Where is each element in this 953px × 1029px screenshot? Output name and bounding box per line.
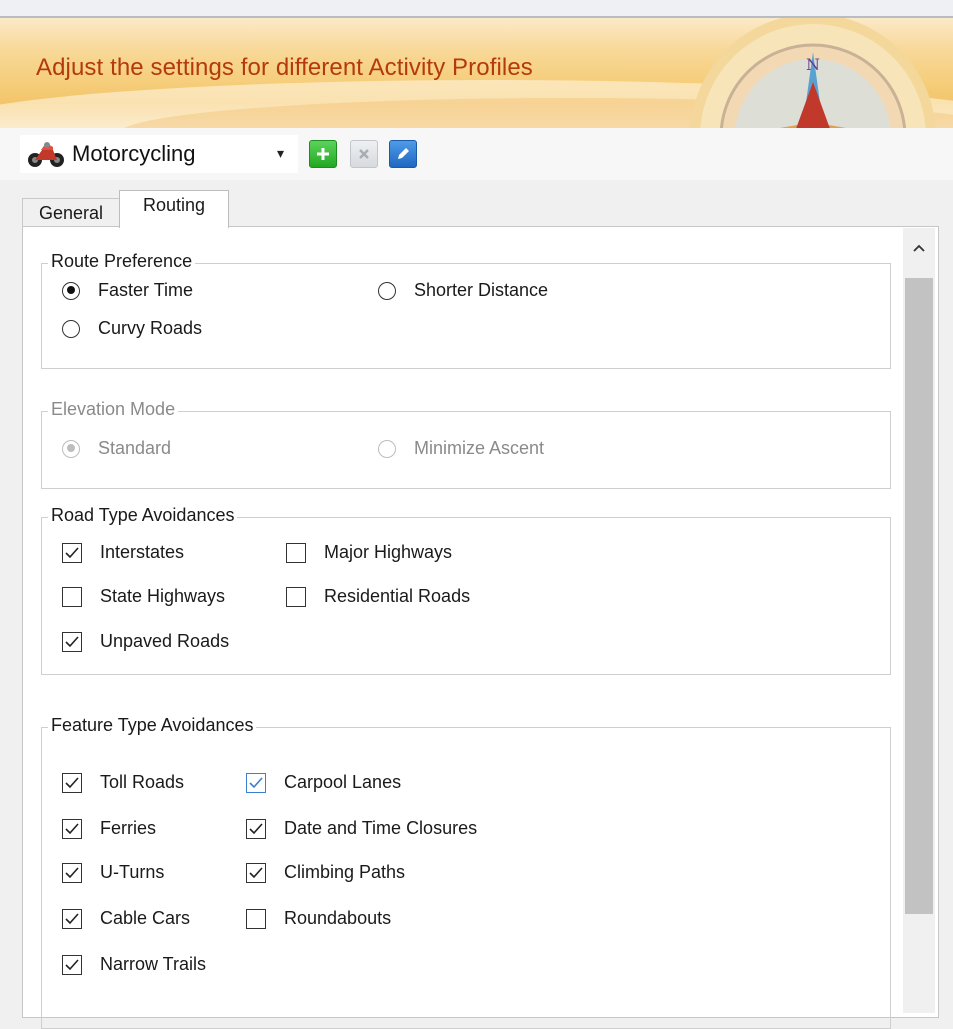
checkbox-cable-cars-box[interactable]	[62, 908, 82, 929]
checkmark-icon	[65, 912, 79, 924]
radio-standard: Standard	[62, 438, 171, 459]
checkbox-cable-cars[interactable]: Cable Cars	[62, 908, 190, 929]
chevron-down-icon[interactable]: ▾	[277, 145, 284, 162]
profile-select-value: Motorcycling	[72, 141, 196, 166]
checkbox-carpool-lanes-box[interactable]	[246, 772, 266, 793]
checkmark-icon	[65, 958, 79, 970]
checkmark-icon	[65, 822, 79, 834]
checkbox-unpaved-roads[interactable]: Unpaved Roads	[62, 631, 229, 652]
checkbox-interstates[interactable]: Interstates	[62, 542, 184, 563]
checkbox-roundabouts-box[interactable]	[246, 908, 266, 929]
activity-profile-select[interactable]: Motorcycling ▾	[20, 135, 298, 173]
header-banner: Adjust the settings for different Activi…	[0, 18, 953, 128]
feature-type-avoidances-title: Feature Type Avoidances	[48, 715, 257, 736]
tab-routing-label: Routing	[142, 195, 206, 215]
checkbox-major-highways[interactable]: Major Highways	[286, 542, 452, 563]
edit-profile-button[interactable]	[389, 140, 417, 168]
checkbox-date-time-closures-box[interactable]	[246, 818, 266, 839]
checkbox-state-highways-box[interactable]	[62, 586, 82, 607]
checkbox-roundabouts[interactable]: Roundabouts	[246, 908, 391, 929]
checkmark-icon	[65, 776, 79, 788]
add-icon	[317, 148, 329, 160]
checkbox-residential-roads-label: Residential Roads	[324, 586, 471, 606]
edit-icon	[398, 148, 409, 159]
scrollbar-thumb[interactable]	[905, 278, 933, 914]
checkbox-unpaved-roads-box[interactable]	[62, 631, 82, 652]
checkbox-narrow-trails[interactable]: Narrow Trails	[62, 954, 206, 975]
scroll-up-button[interactable]	[903, 236, 935, 260]
checkbox-interstates-label: Interstates	[100, 542, 185, 562]
checkbox-residential-roads[interactable]: Residential Roads	[286, 586, 470, 607]
tab-general-label: General	[38, 202, 104, 223]
compass-north-label: N	[806, 55, 820, 74]
checkbox-climbing-paths-box[interactable]	[246, 862, 266, 883]
route-preference-title: Route Preference	[48, 251, 196, 272]
radio-shorter-distance-button[interactable]	[378, 281, 396, 300]
checkbox-date-time-closures[interactable]: Date and Time Closures	[246, 818, 477, 839]
tab-routing[interactable]: Routing	[119, 190, 229, 228]
road-type-avoidances-group: Road Type Avoidances Interstates Major H…	[41, 505, 891, 675]
checkmark-icon	[65, 635, 79, 647]
delete-profile-button[interactable]	[350, 140, 378, 168]
radio-faster-time[interactable]: Faster Time	[62, 280, 193, 301]
checkbox-climbing-paths[interactable]: Climbing Paths	[246, 862, 405, 883]
elevation-mode-group: Elevation Mode Standard Minimize Ascent	[41, 399, 891, 489]
radio-shorter-distance[interactable]: Shorter Distance	[378, 280, 548, 301]
radio-faster-time-label: Faster Time	[98, 280, 194, 300]
checkbox-u-turns-label: U-Turns	[100, 862, 165, 882]
checkmark-icon	[249, 822, 263, 834]
tab-general[interactable]: General	[22, 198, 120, 227]
radio-minimize-ascent-button	[378, 439, 396, 458]
delete-icon	[359, 149, 369, 159]
compass-icon: N	[690, 18, 936, 128]
checkmark-icon	[65, 546, 79, 558]
checkbox-climbing-paths-label: Climbing Paths	[284, 862, 406, 882]
checkbox-state-highways[interactable]: State Highways	[62, 586, 225, 607]
vertical-scrollbar[interactable]	[903, 228, 935, 1013]
radio-minimize-ascent: Minimize Ascent	[378, 438, 544, 459]
checkmark-icon	[65, 866, 79, 878]
checkbox-date-time-closures-label: Date and Time Closures	[284, 818, 478, 838]
window-top-strip	[0, 0, 953, 18]
checkbox-residential-roads-box[interactable]	[286, 586, 306, 607]
checkbox-roundabouts-label: Roundabouts	[284, 908, 392, 928]
radio-curvy-roads[interactable]: Curvy Roads	[62, 318, 202, 339]
checkbox-narrow-trails-label: Narrow Trails	[100, 954, 207, 974]
checkbox-major-highways-label: Major Highways	[324, 542, 453, 562]
checkbox-unpaved-roads-label: Unpaved Roads	[100, 631, 230, 651]
checkbox-toll-roads[interactable]: Toll Roads	[62, 772, 184, 793]
radio-minimize-ascent-label: Minimize Ascent	[414, 438, 545, 458]
banner-title: Adjust the settings for different Activi…	[36, 54, 533, 81]
checkbox-carpool-lanes[interactable]: Carpool Lanes	[246, 772, 401, 793]
checkbox-toll-roads-box[interactable]	[62, 772, 82, 793]
feature-type-avoidances-group: Feature Type Avoidances Toll Roads Carpo…	[41, 715, 891, 1029]
checkbox-u-turns[interactable]: U-Turns	[62, 862, 164, 883]
checkbox-ferries[interactable]: Ferries	[62, 818, 156, 839]
checkmark-icon	[249, 866, 263, 878]
motorcycle-icon	[28, 142, 64, 167]
checkbox-interstates-box[interactable]	[62, 542, 82, 563]
radio-shorter-distance-label: Shorter Distance	[414, 280, 549, 300]
chevron-up-icon	[913, 244, 925, 252]
checkbox-narrow-trails-box[interactable]	[62, 954, 82, 975]
checkbox-state-highways-label: State Highways	[100, 586, 226, 606]
checkbox-cable-cars-label: Cable Cars	[100, 908, 191, 928]
routing-panel: Route Preference Faster Time Shorter Dis…	[22, 226, 939, 1029]
radio-standard-button	[62, 439, 80, 458]
checkbox-major-highways-box[interactable]	[286, 542, 306, 563]
checkbox-ferries-box[interactable]	[62, 818, 82, 839]
elevation-mode-title: Elevation Mode	[48, 399, 179, 420]
radio-standard-label: Standard	[98, 438, 172, 458]
add-profile-button[interactable]	[309, 140, 337, 168]
checkbox-ferries-label: Ferries	[100, 818, 157, 838]
radio-faster-time-button[interactable]	[62, 281, 80, 300]
radio-curvy-roads-button[interactable]	[62, 319, 80, 338]
checkbox-u-turns-box[interactable]	[62, 862, 82, 883]
radio-curvy-roads-label: Curvy Roads	[98, 318, 203, 338]
checkbox-toll-roads-label: Toll Roads	[100, 772, 185, 792]
checkbox-carpool-lanes-label: Carpool Lanes	[284, 772, 402, 792]
checkmark-icon	[249, 776, 263, 788]
road-type-avoidances-title: Road Type Avoidances	[48, 505, 238, 526]
route-preference-group: Route Preference Faster Time Shorter Dis…	[41, 251, 891, 369]
